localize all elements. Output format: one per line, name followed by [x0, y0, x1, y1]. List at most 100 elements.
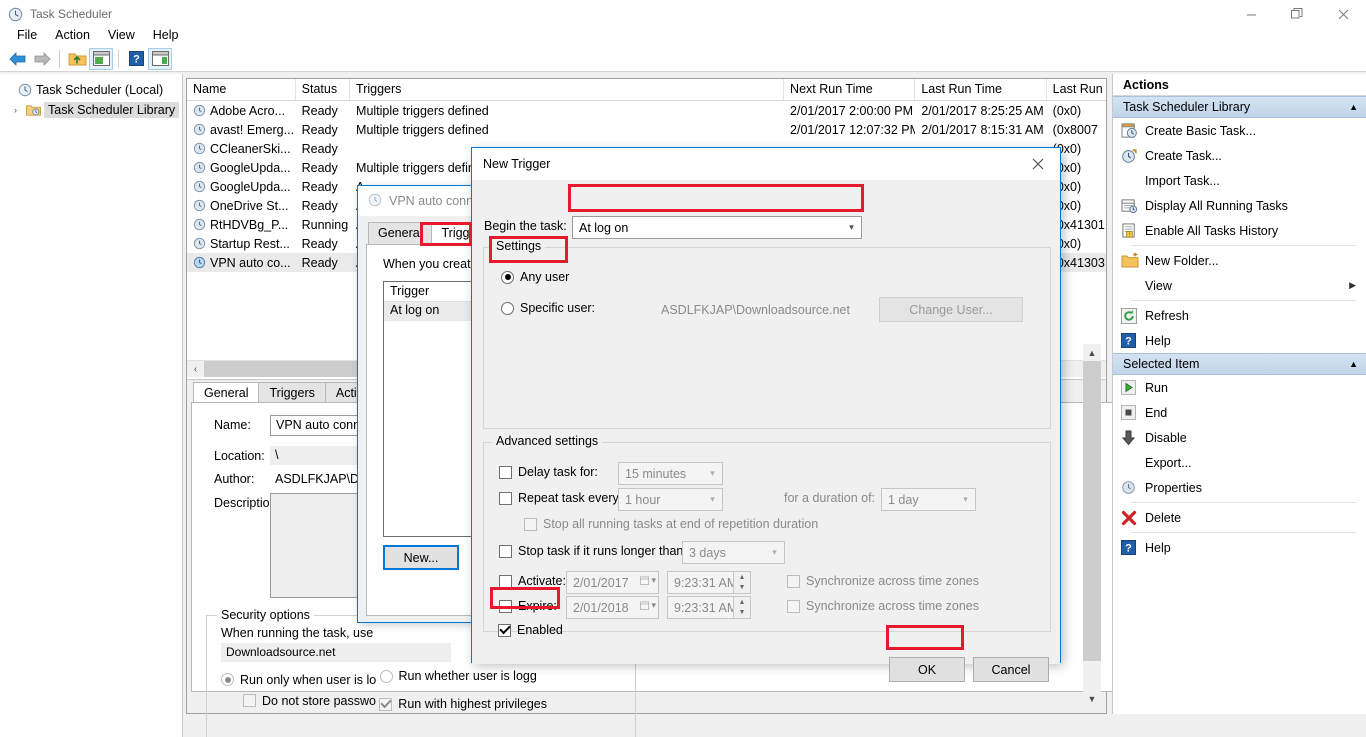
- activate-date-field[interactable]: 2/01/2017 ▾: [566, 571, 659, 594]
- vscroll-track[interactable]: [1083, 361, 1101, 690]
- action-item-display-all-running-tasks[interactable]: Display All Running Tasks: [1113, 193, 1366, 218]
- column-header-next-run[interactable]: Next Run Time: [784, 79, 916, 100]
- vscroll-up-arrow[interactable]: ▲: [1083, 344, 1101, 361]
- checkbox-expire[interactable]: Expire:: [499, 599, 557, 613]
- chevron-up-icon[interactable]: ▲: [1349, 102, 1358, 112]
- chevron-down-icon[interactable]: ▾: [765, 542, 784, 563]
- calendar-dropdown-icon-2[interactable]: ▾: [640, 600, 656, 611]
- back-arrow-icon[interactable]: [6, 48, 30, 70]
- column-header-name[interactable]: Name: [187, 79, 296, 100]
- action-item-label: Help: [1145, 333, 1171, 348]
- action-item-enable-all-tasks-history[interactable]: ! Enable All Tasks History: [1113, 218, 1366, 243]
- expire-time-field[interactable]: 9:23:31 AM ▲ ▼: [667, 596, 751, 619]
- action-item-help[interactable]: ? Help: [1113, 535, 1366, 560]
- actions-section-header-selected-item[interactable]: Selected Item ▲: [1113, 353, 1366, 375]
- spinner-down-icon[interactable]: ▼: [734, 582, 750, 593]
- menu-view[interactable]: View: [99, 26, 144, 44]
- begin-task-combo[interactable]: At log on ▾: [572, 216, 862, 239]
- actions-section-header-library[interactable]: Task Scheduler Library ▲: [1113, 96, 1366, 118]
- action-item-create-task[interactable]: Create Task...: [1113, 143, 1366, 168]
- action-item-help[interactable]: ? Help: [1113, 328, 1366, 353]
- clock-icon: [193, 161, 206, 174]
- vscroll-down-arrow[interactable]: ▼: [1083, 690, 1101, 707]
- checkbox-stop-if-longer[interactable]: Stop task if it runs longer than:: [499, 544, 687, 558]
- forward-arrow-icon[interactable]: [30, 48, 54, 70]
- checkbox-stop-all-running[interactable]: Stop all running tasks at end of repetit…: [524, 517, 818, 531]
- radio-run-only-when-logged-on[interactable]: Run only when user is lo: [221, 673, 376, 687]
- ok-button[interactable]: OK: [889, 657, 965, 682]
- delay-task-combo[interactable]: 15 minutes ▾: [618, 462, 723, 485]
- tab-triggers[interactable]: Triggers: [258, 382, 326, 402]
- svg-text:?: ?: [1125, 335, 1132, 347]
- action-item-run[interactable]: Run: [1113, 375, 1366, 400]
- action-item-refresh[interactable]: Refresh: [1113, 303, 1366, 328]
- action-item-end[interactable]: End: [1113, 400, 1366, 425]
- cancel-button[interactable]: Cancel: [973, 657, 1049, 682]
- chevron-down-icon[interactable]: ▾: [842, 217, 861, 238]
- action-item-new-folder[interactable]: New Folder...: [1113, 248, 1366, 273]
- spinner-up-icon[interactable]: ▲: [734, 572, 750, 583]
- tab-general[interactable]: General: [193, 382, 260, 402]
- column-header-last-run[interactable]: Last Run Time: [915, 79, 1047, 100]
- checkbox-do-not-store-password[interactable]: Do not store passwo: [243, 694, 376, 708]
- chevron-down-icon[interactable]: ▾: [703, 463, 722, 484]
- stop-if-longer-combo[interactable]: 3 days ▾: [682, 541, 785, 564]
- chevron-down-icon[interactable]: ▾: [703, 489, 722, 510]
- action-item-delete[interactable]: Delete: [1113, 505, 1366, 530]
- new-trigger-titlebar: New Trigger: [472, 148, 1060, 180]
- props-tab-general[interactable]: General: [368, 222, 433, 244]
- action-item-export[interactable]: Export...: [1113, 450, 1366, 475]
- action-item-label: New Folder...: [1145, 253, 1219, 268]
- clock-icon: [8, 7, 23, 22]
- expire-date-field[interactable]: 2/01/2018 ▾: [566, 596, 659, 619]
- menu-action[interactable]: Action: [46, 26, 99, 44]
- repeat-task-combo[interactable]: 1 hour ▾: [618, 488, 723, 511]
- spinner-down-icon-2[interactable]: ▼: [734, 607, 750, 618]
- menu-help[interactable]: Help: [144, 26, 188, 44]
- action-item-import-task[interactable]: Import Task...: [1113, 168, 1366, 193]
- radio-run-whether-logged-on[interactable]: Run whether user is logg: [379, 669, 537, 683]
- activate-time-field[interactable]: 9:23:31 AM ▲ ▼: [667, 571, 751, 594]
- action-item-create-basic-task[interactable]: Create Basic Task...: [1113, 118, 1366, 143]
- chevron-up-icon[interactable]: ▲: [1349, 359, 1358, 369]
- table-row[interactable]: avast! Emerg... Ready Multiple triggers de…: [187, 120, 1106, 139]
- hscroll-left-arrow[interactable]: ‹: [187, 361, 204, 377]
- show-pane-icon[interactable]: [89, 47, 113, 70]
- table-row[interactable]: Adobe Acro... Ready Multiple triggers defi…: [187, 101, 1106, 120]
- change-user-button[interactable]: Change User...: [879, 297, 1023, 322]
- column-header-last-result[interactable]: Last Run: [1047, 79, 1106, 100]
- checkbox-enabled[interactable]: Enabled: [498, 623, 563, 637]
- menu-file[interactable]: File: [8, 26, 46, 44]
- show-action-pane-icon[interactable]: [148, 47, 172, 70]
- radio-specific-user[interactable]: Specific user:: [501, 301, 595, 315]
- checkbox-repeat-task[interactable]: Repeat task every:: [499, 491, 622, 505]
- duration-combo[interactable]: 1 day ▾: [881, 488, 976, 511]
- chevron-down-icon[interactable]: ▾: [956, 489, 975, 510]
- action-item-properties[interactable]: Properties: [1113, 475, 1366, 500]
- checkbox-run-highest-privileges[interactable]: Run with highest privileges: [379, 697, 547, 711]
- column-header-status[interactable]: Status: [296, 79, 351, 100]
- activate-time-spinner[interactable]: ▲ ▼: [733, 572, 750, 593]
- submenu-arrow-icon[interactable]: ▶: [1349, 280, 1356, 291]
- action-item-disable[interactable]: Disable: [1113, 425, 1366, 450]
- help-icon[interactable]: ?: [124, 48, 148, 70]
- tree-expander-library[interactable]: ›: [14, 105, 26, 115]
- tree-item-task-scheduler-local[interactable]: Task Scheduler (Local): [0, 80, 182, 100]
- checkbox-sync-expire[interactable]: Synchronize across time zones: [787, 599, 979, 613]
- expire-time-spinner[interactable]: ▲ ▼: [733, 597, 750, 618]
- column-header-triggers[interactable]: Triggers: [350, 79, 785, 100]
- details-vscrollbar[interactable]: ▲ ▼: [1083, 344, 1101, 707]
- vscroll-thumb[interactable]: [1083, 361, 1101, 661]
- new-trigger-button[interactable]: New...: [383, 545, 459, 570]
- checkbox-delay-task[interactable]: Delay task for:: [499, 465, 598, 479]
- action-item-view[interactable]: View ▶: [1113, 273, 1366, 298]
- tree-item-task-scheduler-library[interactable]: › Task Scheduler Library: [0, 100, 182, 120]
- checkbox-sync-activate[interactable]: Synchronize across time zones: [787, 574, 979, 588]
- close-icon[interactable]: [1016, 148, 1060, 180]
- checkbox-activate[interactable]: Activate:: [499, 574, 566, 588]
- radio-label-2: Run whether user is logg: [398, 669, 537, 683]
- radio-any-user[interactable]: Any user: [501, 270, 569, 284]
- calendar-dropdown-icon[interactable]: ▾: [640, 575, 656, 586]
- up-folder-icon[interactable]: [65, 48, 89, 70]
- spinner-up-icon-2[interactable]: ▲: [734, 597, 750, 608]
